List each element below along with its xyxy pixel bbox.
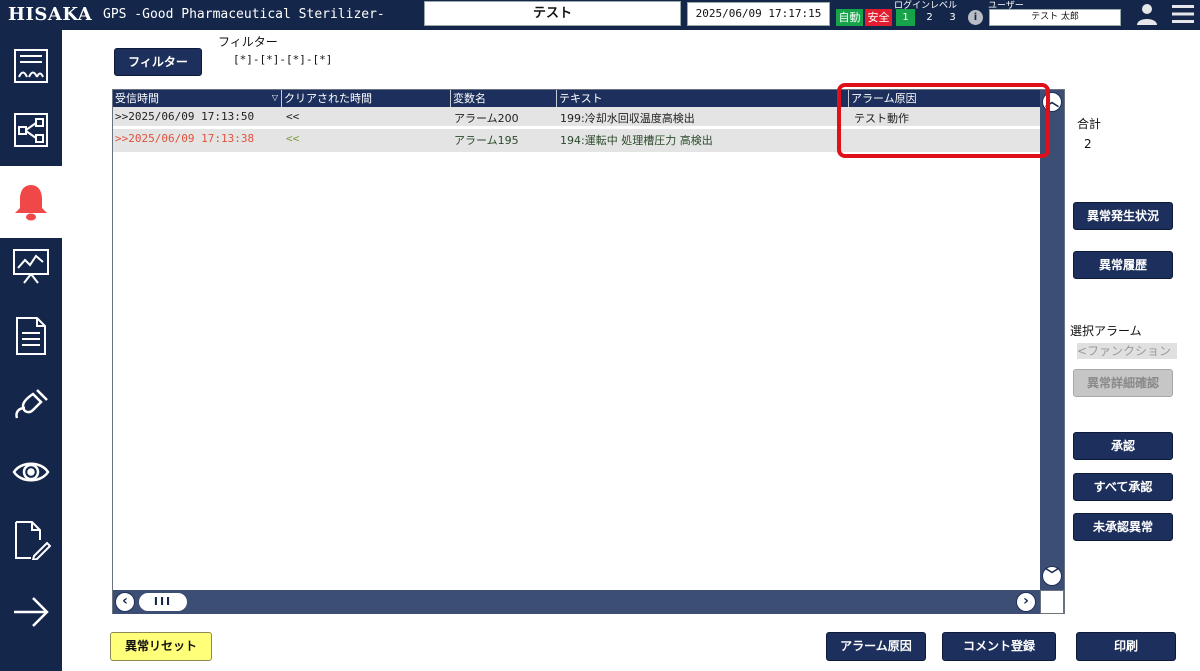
column-header-variable[interactable]: 変数名 — [451, 90, 557, 107]
arrow-right-icon — [14, 597, 49, 627]
hamburger-menu-icon[interactable] — [1171, 3, 1195, 25]
alarm-detail-button[interactable]: 異常詳細確認 — [1073, 369, 1173, 397]
login-level-2: 2 — [926, 12, 933, 23]
sidebar-item-logout[interactable] — [0, 576, 62, 648]
user-avatar-icon[interactable] — [1135, 2, 1159, 26]
login-level-1: 1 — [896, 9, 915, 26]
sidebar-item-maintenance[interactable] — [0, 368, 62, 440]
user-name-field: テスト 太郎 — [989, 9, 1121, 26]
edit-document-icon — [15, 521, 51, 560]
filter-label: フィルター — [218, 35, 278, 49]
sidebar-item-edit[interactable] — [0, 504, 62, 576]
scrollbar-corner — [1040, 590, 1064, 614]
trend-chart-icon — [13, 249, 49, 284]
comment-register-button[interactable]: コメント登録 — [942, 632, 1056, 661]
total-count: 2 — [1084, 137, 1092, 151]
company-logo: HISAKA — [8, 4, 93, 25]
print-button[interactable]: 印刷 — [1076, 632, 1176, 661]
safe-status-badge: 安全 — [865, 9, 892, 26]
network-icon — [14, 113, 48, 147]
column-header-cleared[interactable]: クリアされた時間 — [282, 90, 451, 107]
alarm-table: 受信時間 ▽ クリアされた時間 変数名 テキスト アラーム原因 >>2025/0… — [112, 89, 1065, 614]
text-cell: 199:冷却水回収温度高検出 — [560, 112, 695, 125]
document-icon — [16, 317, 46, 355]
auto-mode-badge: 自動 — [836, 9, 863, 26]
datetime-display: 2025/06/09 17:17:15 — [687, 2, 830, 26]
cleared-time-cell: << — [286, 132, 300, 145]
variable-cell: アラーム200 — [454, 112, 519, 125]
filter-value: [*]-[*]-[*]-[*] — [233, 53, 333, 66]
top-bar: HISAKA GPS -Good Pharmaceutical Steriliz… — [0, 0, 1200, 30]
sidebar-item-dashboard[interactable] — [0, 30, 62, 102]
received-time-cell: >>2025/06/09 17:13:50 — [115, 110, 255, 123]
function-field: <ファンクション — [1077, 343, 1177, 359]
sidebar-item-alarms[interactable] — [0, 166, 62, 238]
unacknowledged-alarms-button[interactable]: 未承認異常 — [1073, 513, 1173, 541]
selected-alarm-label: 選択アラーム — [1070, 324, 1142, 338]
alarm-occurrence-button[interactable]: 異常発生状況 — [1073, 202, 1173, 230]
variable-cell: アラーム195 — [454, 134, 519, 147]
screen-title-box: テスト — [424, 1, 681, 26]
total-label: 合計 — [1077, 117, 1102, 131]
plug-icon — [15, 389, 48, 419]
app-title: GPS -Good Pharmaceutical Sterilizer- — [103, 7, 385, 22]
sidebar-nav — [0, 30, 62, 671]
eye-icon — [12, 462, 50, 482]
sidebar-item-network[interactable] — [0, 94, 62, 166]
column-header-text[interactable]: テキスト — [557, 90, 849, 107]
alarm-cause-highlight — [837, 83, 1050, 158]
alarm-history-button[interactable]: 異常履歴 — [1073, 251, 1173, 279]
info-icon[interactable]: i — [968, 10, 983, 25]
sidebar-item-monitor[interactable] — [0, 436, 62, 508]
login-level-3: 3 — [949, 12, 956, 23]
alarm-cause-button[interactable]: アラーム原因 — [826, 632, 926, 661]
bell-icon — [15, 185, 47, 221]
cleared-time-cell: << — [286, 110, 300, 123]
filter-button[interactable]: フィルター — [114, 48, 202, 76]
scroll-left-icon[interactable]: ‹ — [115, 592, 135, 612]
received-time-cell: >>2025/06/09 17:13:38 — [115, 132, 255, 145]
column-header-received[interactable]: 受信時間 ▽ — [113, 90, 282, 107]
sort-desc-icon: ▽ — [271, 93, 278, 102]
sidebar-item-report[interactable] — [0, 300, 62, 372]
acknowledge-all-button[interactable]: すべて承認 — [1073, 473, 1173, 501]
scroll-right-icon[interactable]: › — [1016, 592, 1036, 612]
dashboard-icon — [14, 49, 48, 83]
acknowledge-button[interactable]: 承認 — [1073, 432, 1173, 460]
text-cell: 194:運転中 処理槽圧力 高検出 — [560, 134, 713, 147]
scroll-down-icon[interactable]: ﹀ — [1042, 566, 1062, 586]
sidebar-item-trend[interactable] — [0, 230, 62, 302]
horizontal-scrollbar[interactable]: ‹ III › — [113, 590, 1040, 614]
vertical-scrollbar[interactable]: ︿ ﹀ — [1040, 90, 1064, 590]
alarm-reset-button[interactable]: 異常リセット — [110, 632, 212, 661]
scroll-thumb[interactable]: III — [139, 593, 187, 611]
